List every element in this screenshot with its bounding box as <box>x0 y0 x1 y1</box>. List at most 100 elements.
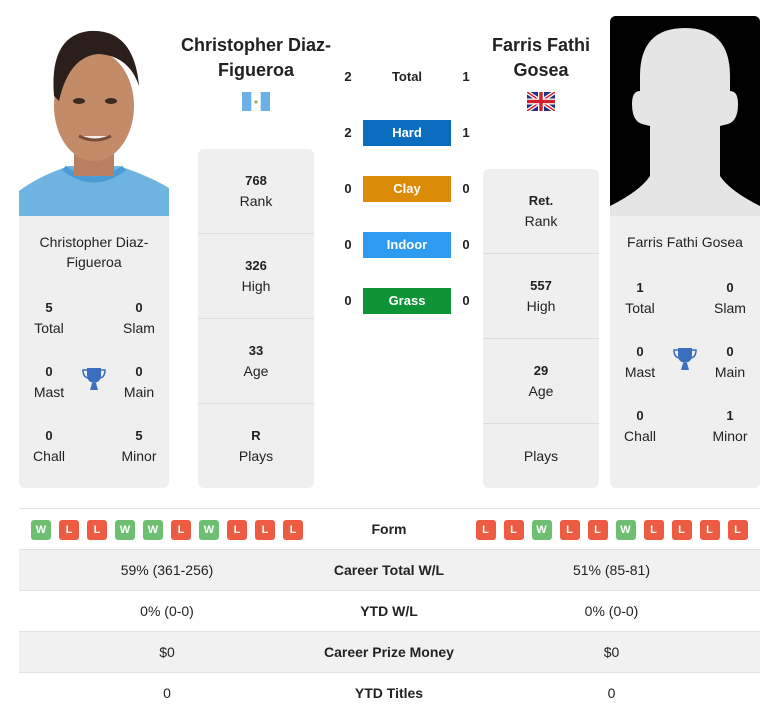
titles-mast-value: 0 <box>45 364 53 379</box>
high-value: 557 <box>530 278 552 293</box>
h2h-left-value: 0 <box>344 237 352 252</box>
loss-badge[interactable]: L <box>171 519 191 540</box>
h2h-right-value: 1 <box>462 125 470 140</box>
win-badge[interactable]: W <box>531 519 552 540</box>
win-badge[interactable]: W <box>31 519 51 540</box>
player-name-line1: Farris Fathi <box>491 35 591 55</box>
titles-chall: 0 Chall <box>610 406 670 446</box>
age-value: 33 <box>248 343 264 358</box>
titles-total: 5 Total <box>19 298 79 338</box>
left-value: $0 <box>159 644 175 660</box>
h2h-left-value: 0 <box>344 181 352 196</box>
surface-hard-label[interactable]: Hard <box>363 120 451 146</box>
win-badge[interactable]: W <box>115 519 135 540</box>
surface-clay-label[interactable]: Clay <box>363 176 451 202</box>
titles-chall-value: 0 <box>45 428 53 443</box>
trophy-icon <box>81 366 107 392</box>
age-label: Age <box>243 363 269 379</box>
left-value: 0% (0-0) <box>140 603 194 619</box>
player-card-left: Christopher Diaz- Figueroa 5 Total 0 Sla… <box>19 216 169 488</box>
h2h-left-value: 0 <box>344 293 352 308</box>
rank-label: Rank <box>239 193 273 209</box>
player-photo-right <box>610 16 760 216</box>
titles-mast-label: Mast <box>624 364 656 380</box>
plays-label: Plays <box>238 448 274 464</box>
player-name-line1: Christopher Diaz- <box>39 234 149 250</box>
titles-mast-label: Mast <box>33 384 65 400</box>
win-badge[interactable]: W <box>143 519 163 540</box>
age-label: Age <box>528 383 554 399</box>
rank-box-right: Ret. Rank 557 High 29 Age Plays <box>483 169 599 488</box>
loss-badge[interactable]: L <box>643 519 664 540</box>
plays-cell: Plays <box>483 446 599 466</box>
loss-badge[interactable]: L <box>283 519 303 540</box>
titles-minor: 1 Minor <box>700 406 760 446</box>
titles-main-label: Main <box>123 384 155 400</box>
titles-chall-value: 0 <box>636 408 644 423</box>
row-label: Career Prize Money <box>324 644 454 660</box>
win-badge[interactable]: W <box>199 519 219 540</box>
loss-badge[interactable]: L <box>503 519 524 540</box>
divider <box>198 403 314 404</box>
win-badge[interactable]: W <box>615 519 636 540</box>
form-left: WLLWWLWLLL <box>19 509 315 550</box>
rank-value: Ret. <box>528 193 554 208</box>
table-row: 59% (361-256) Career Total W/L 51% (85-81) <box>19 549 760 590</box>
player-name-heading-left[interactable]: Christopher Diaz- Figueroa <box>175 33 337 83</box>
trophy-icon <box>672 346 698 372</box>
player-name-line2: Figueroa <box>217 60 294 80</box>
high-cell: 557 High <box>483 276 599 316</box>
titles-main-label: Main <box>714 364 746 380</box>
loss-badge[interactable]: L <box>87 519 107 540</box>
loss-badge[interactable]: L <box>59 519 79 540</box>
h2h-right-value: 0 <box>462 237 470 252</box>
high-label: High <box>241 278 271 294</box>
titles-main-value: 0 <box>726 344 734 359</box>
titles-slam-label: Slam <box>123 320 155 336</box>
left-value: 59% (361-256) <box>120 562 214 578</box>
rank-cell: Ret. Rank <box>483 191 599 231</box>
loss-badge[interactable]: L <box>475 519 496 540</box>
h2h-row-indoor: 0 Indoor 0 <box>336 232 478 258</box>
loss-badge[interactable]: L <box>699 519 720 540</box>
player-photo-left <box>19 16 169 216</box>
h2h-row-hard: 2 Hard 1 <box>336 120 478 146</box>
titles-main: 0 Main <box>700 342 760 382</box>
loss-badge[interactable]: L <box>671 519 692 540</box>
divider <box>198 318 314 319</box>
h2h-right-value: 0 <box>462 181 470 196</box>
row-label: YTD W/L <box>360 603 418 619</box>
right-value: 51% (85-81) <box>572 562 651 578</box>
surface-total-label[interactable]: Total <box>363 64 451 90</box>
rank-value: 768 <box>245 173 267 188</box>
surface-grass-label[interactable]: Grass <box>363 288 451 314</box>
age-cell: 33 Age <box>198 341 314 381</box>
titles-minor-value: 1 <box>726 408 734 423</box>
player-card-name: Christopher Diaz- Figueroa <box>19 232 169 272</box>
h2h-row-clay: 0 Clay 0 <box>336 176 478 202</box>
rank-box-left: 768 Rank 326 High 33 Age R Plays <box>198 149 314 488</box>
loss-badge[interactable]: L <box>587 519 608 540</box>
player-name-heading-right[interactable]: Farris Fathi Gosea <box>470 33 612 83</box>
high-value: 326 <box>245 258 267 273</box>
titles-minor-label: Minor <box>121 448 157 464</box>
right-value: 0% (0-0) <box>584 603 639 619</box>
divider <box>198 233 314 234</box>
player-card-right: Farris Fathi Gosea 1 Total 0 Slam 0 Mast… <box>610 216 760 488</box>
player-card-name: Farris Fathi Gosea <box>610 232 760 252</box>
table-row: 0% (0-0) YTD W/L 0% (0-0) <box>19 590 760 631</box>
loss-badge[interactable]: L <box>227 519 247 540</box>
form-right: LLWLLWLLLL <box>463 509 760 550</box>
loss-badge[interactable]: L <box>559 519 580 540</box>
surface-indoor-label[interactable]: Indoor <box>363 232 451 258</box>
titles-main-value: 0 <box>135 364 143 379</box>
plays-cell: R Plays <box>198 426 314 466</box>
h2h-left-value: 2 <box>344 125 352 140</box>
table-row: $0 Career Prize Money $0 <box>19 631 760 672</box>
rank-label: Rank <box>524 213 558 229</box>
loss-badge[interactable]: L <box>255 519 275 540</box>
loss-badge[interactable]: L <box>727 519 748 540</box>
comparison-table: WLLWWLWLLL Form LLWLLWLLLL 59% (361-256)… <box>19 508 760 713</box>
divider <box>483 338 599 339</box>
right-value: $0 <box>603 644 620 660</box>
